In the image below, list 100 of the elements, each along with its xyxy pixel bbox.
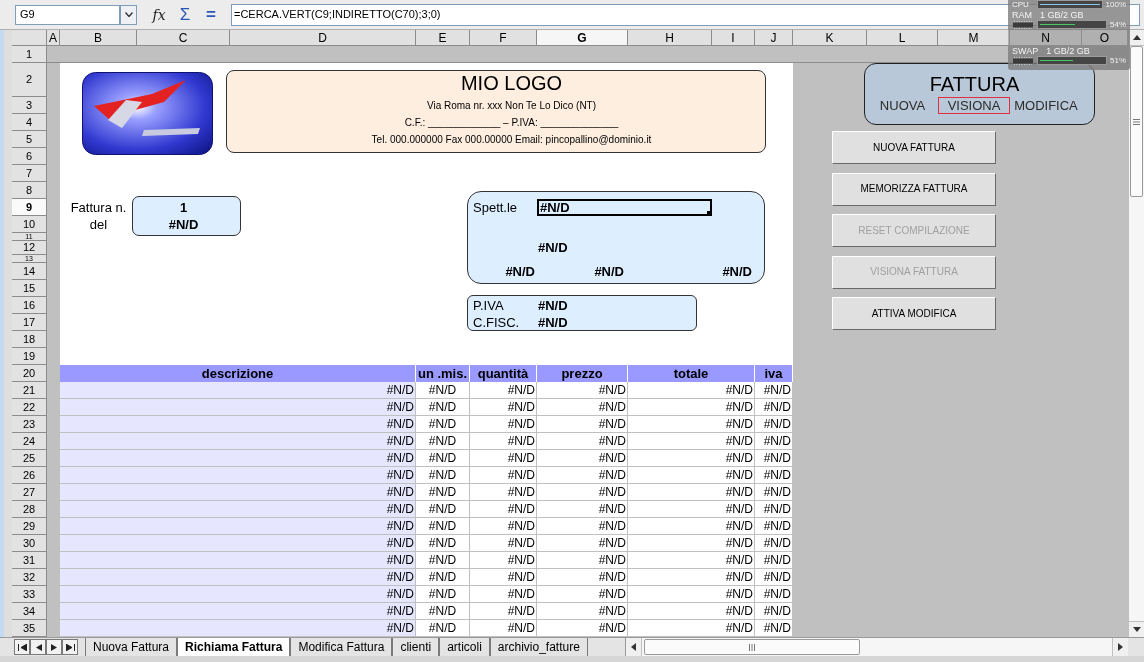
column-header[interactable]: K bbox=[793, 30, 867, 46]
previous-sheet-button[interactable] bbox=[30, 639, 46, 655]
row-header[interactable]: 15 bbox=[12, 280, 47, 297]
row-header[interactable]: 18 bbox=[12, 331, 47, 348]
row-header[interactable]: 29 bbox=[12, 518, 47, 535]
scroll-down-button[interactable] bbox=[1129, 621, 1144, 637]
table-cell: #N/D bbox=[628, 382, 755, 399]
table-cell: #N/D bbox=[537, 620, 628, 637]
meter-reading: 100% bbox=[1105, 0, 1126, 9]
scroll-left-button[interactable] bbox=[626, 638, 642, 656]
row-header[interactable]: 5 bbox=[12, 131, 47, 148]
sum-button[interactable]: Σ bbox=[176, 4, 194, 25]
row-header[interactable]: 27 bbox=[12, 484, 47, 501]
scrollbar-thumb[interactable] bbox=[1130, 46, 1143, 197]
row-header[interactable]: 25 bbox=[12, 450, 47, 467]
row-header[interactable]: 30 bbox=[12, 535, 47, 552]
table-cell: #N/D bbox=[755, 450, 793, 467]
column-header[interactable]: D bbox=[230, 30, 416, 46]
last-sheet-button[interactable] bbox=[62, 639, 78, 655]
horizontal-scrollbar[interactable] bbox=[625, 638, 1128, 656]
row-header[interactable]: 21 bbox=[12, 382, 47, 399]
meter-label: RAM bbox=[1012, 10, 1032, 20]
column-header[interactable]: G bbox=[537, 30, 628, 46]
vertical-scrollbar[interactable] bbox=[1128, 30, 1144, 637]
enable-edit-button[interactable]: ATTIVA MODIFICA bbox=[832, 297, 996, 330]
sheet-tab[interactable]: Richiama Fattura bbox=[177, 638, 291, 656]
table-cell: #N/D bbox=[416, 399, 470, 416]
column-header[interactable]: N bbox=[1010, 30, 1082, 46]
column-header[interactable]: L bbox=[867, 30, 938, 46]
name-box-dropdown-button[interactable] bbox=[120, 4, 137, 25]
column-header[interactable]: M bbox=[938, 30, 1010, 46]
row-header[interactable]: 26 bbox=[12, 467, 47, 484]
row-header[interactable]: 17 bbox=[12, 314, 47, 331]
row-header[interactable]: 31 bbox=[12, 552, 47, 569]
row-header[interactable]: 12 bbox=[12, 241, 47, 255]
table-cell: #N/D bbox=[755, 569, 793, 586]
table-cell: #N/D bbox=[628, 416, 755, 433]
row-header[interactable]: 6 bbox=[12, 148, 47, 165]
column-header[interactable]: J bbox=[755, 30, 793, 46]
sheet-tab[interactable]: Modifica Fattura bbox=[290, 638, 393, 656]
mode-option: VISIONA bbox=[938, 97, 1010, 114]
row-header[interactable]: 34 bbox=[12, 603, 47, 620]
table-cell: #N/D bbox=[470, 569, 537, 586]
row-header[interactable]: 14 bbox=[12, 263, 47, 280]
row-header[interactable]: 7 bbox=[12, 165, 47, 182]
scroll-right-button[interactable] bbox=[1112, 638, 1128, 656]
row-header[interactable]: 22 bbox=[12, 399, 47, 416]
row-header[interactable]: 24 bbox=[12, 433, 47, 450]
table-cell: #N/D bbox=[537, 399, 628, 416]
table-cell: #N/D bbox=[628, 467, 755, 484]
row-header[interactable]: 35 bbox=[12, 620, 47, 637]
caret-icon bbox=[124, 12, 133, 17]
table-cell: #N/D bbox=[470, 586, 537, 603]
first-sheet-button[interactable] bbox=[14, 639, 30, 655]
row-header[interactable]: 4 bbox=[12, 114, 47, 131]
sheet-tab[interactable]: articoli bbox=[439, 638, 490, 656]
column-header[interactable]: B bbox=[60, 30, 137, 46]
table-cell: #N/D bbox=[470, 603, 537, 620]
column-heading: descrizione bbox=[60, 365, 416, 382]
function-wizard-button[interactable]: fx bbox=[150, 4, 168, 25]
row-header[interactable]: 33 bbox=[12, 586, 47, 603]
sheet-tab[interactable]: clienti bbox=[392, 638, 440, 656]
table-cell: #N/D bbox=[537, 586, 628, 603]
name-box[interactable]: G9 bbox=[15, 4, 120, 25]
save-invoice-button[interactable]: MEMORIZZA FATTURA bbox=[832, 172, 996, 206]
row-header[interactable]: 23 bbox=[12, 416, 47, 433]
table-cell: #N/D bbox=[470, 382, 537, 399]
column-header[interactable]: H bbox=[628, 30, 712, 46]
row-header[interactable]: 19 bbox=[12, 348, 47, 365]
scrollbar-thumb[interactable] bbox=[644, 639, 860, 655]
column-header[interactable]: C bbox=[137, 30, 230, 46]
row-header[interactable]: 32 bbox=[12, 569, 47, 586]
column-header[interactable]: A bbox=[47, 30, 60, 46]
column-header[interactable]: F bbox=[470, 30, 537, 46]
table-cell: #N/D bbox=[628, 603, 755, 620]
column-header[interactable]: I bbox=[712, 30, 755, 46]
row-header[interactable]: 28 bbox=[12, 501, 47, 518]
formula-button[interactable]: = bbox=[204, 4, 218, 25]
column-header[interactable]: O bbox=[1082, 30, 1128, 46]
table-cell: #N/D bbox=[470, 552, 537, 569]
row-header[interactable]: 1 bbox=[12, 46, 47, 63]
meter-reading: 54% bbox=[1110, 20, 1126, 29]
select-all-corner[interactable] bbox=[12, 30, 47, 46]
table-cell: #N/D bbox=[628, 586, 755, 603]
tax-code-text: C.F.: _____________ – P.IVA: ______________ bbox=[404, 116, 619, 129]
row-header[interactable]: 9 bbox=[12, 199, 47, 216]
column-header[interactable]: E bbox=[416, 30, 470, 46]
meter-reading: 51% bbox=[1110, 56, 1126, 65]
row-header[interactable]: 16 bbox=[12, 297, 47, 314]
new-invoice-button[interactable]: NUOVA FATTURA bbox=[832, 131, 996, 164]
sheet-tab[interactable]: Nuova Fattura bbox=[85, 638, 178, 656]
next-sheet-button[interactable] bbox=[46, 639, 62, 655]
row-header[interactable]: 20 bbox=[12, 365, 47, 382]
row-header[interactable]: 2 bbox=[12, 63, 47, 97]
row-header[interactable]: 10 bbox=[12, 216, 47, 233]
row-header[interactable]: 8 bbox=[12, 182, 47, 199]
sheet-tab[interactable]: archivio_fatture bbox=[489, 638, 588, 656]
row-header[interactable]: 3 bbox=[12, 97, 47, 114]
table-cell: #N/D bbox=[755, 501, 793, 518]
table-cell: #N/D bbox=[755, 382, 793, 399]
